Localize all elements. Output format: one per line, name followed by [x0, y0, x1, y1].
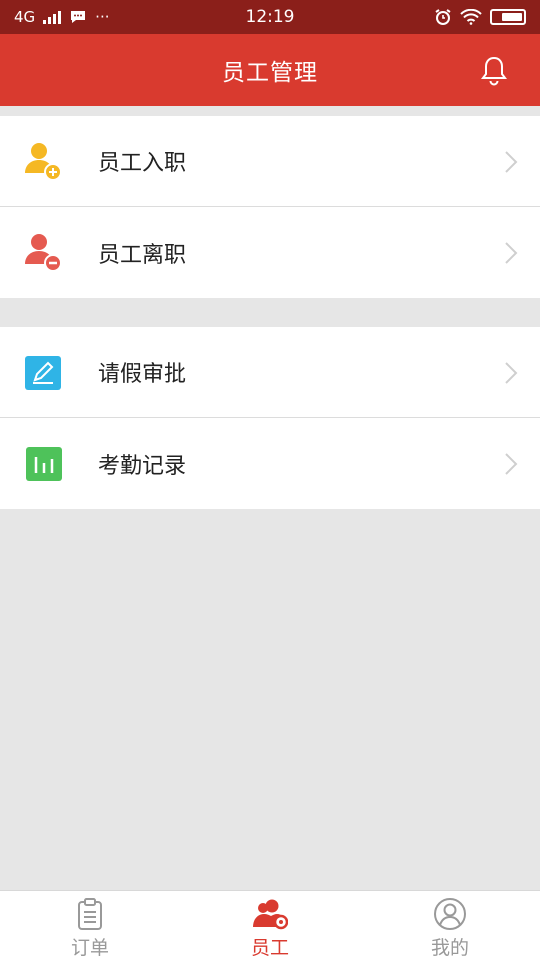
- clock: 12:19: [245, 7, 295, 27]
- app-screen: 4G ··· 12:19 员工管理 员工入职 员工离职 请假审批 考勤记录 订单…: [0, 0, 540, 960]
- bar-chart-icon: [26, 447, 62, 481]
- chevron-right-icon: [505, 242, 518, 264]
- tab-label: 员工: [250, 937, 289, 959]
- tab-orders[interactable]: 订单: [0, 891, 180, 960]
- menu-group-employee: 员工入职 员工离职: [0, 116, 540, 298]
- tab-employees[interactable]: 员工: [180, 891, 360, 960]
- signal-icon: [43, 10, 62, 24]
- status-bar: 4G ··· 12:19: [0, 0, 540, 34]
- page-title: 员工管理: [222, 60, 318, 86]
- edit-icon: [25, 356, 61, 390]
- alarm-icon: [435, 9, 451, 25]
- menu-item-label: 员工离职: [98, 242, 187, 268]
- status-bar-left: 4G ···: [14, 8, 109, 26]
- menu-item-leave-approval[interactable]: 请假审批: [0, 327, 540, 418]
- chat-icon: [71, 11, 86, 23]
- tab-label: 我的: [430, 937, 469, 959]
- tab-label: 订单: [70, 937, 109, 959]
- menu-item-resignation[interactable]: 员工离职: [0, 207, 540, 298]
- chevron-right-icon: [505, 151, 518, 173]
- app-header: 员工管理: [0, 34, 540, 106]
- profile-icon: [434, 898, 466, 930]
- user-remove-icon: [25, 234, 62, 272]
- menu-item-attendance-records[interactable]: 考勤记录: [0, 418, 540, 509]
- wifi-icon: [460, 9, 482, 25]
- bottom-tab-bar: 订单 员工 我的: [0, 890, 540, 960]
- users-gear-icon: [253, 899, 288, 930]
- menu-item-label: 员工入职: [98, 151, 187, 176]
- menu-group-attendance: 请假审批 考勤记录: [0, 327, 540, 509]
- menu-item-onboarding[interactable]: 员工入职: [0, 116, 540, 207]
- clipboard-icon: [78, 898, 102, 930]
- status-bar-right: [434, 8, 526, 26]
- menu-item-label: 考勤记录: [98, 453, 187, 479]
- chevron-right-icon: [505, 453, 518, 475]
- battery-icon: [490, 9, 526, 25]
- more-notifications-icon: ···: [95, 8, 110, 26]
- tab-mine[interactable]: 我的: [360, 891, 540, 960]
- bell-icon[interactable]: [478, 54, 510, 88]
- chevron-right-icon: [505, 362, 518, 384]
- network-type: 4G: [14, 8, 36, 26]
- user-add-icon: [25, 143, 62, 181]
- menu-item-label: 请假审批: [98, 362, 187, 387]
